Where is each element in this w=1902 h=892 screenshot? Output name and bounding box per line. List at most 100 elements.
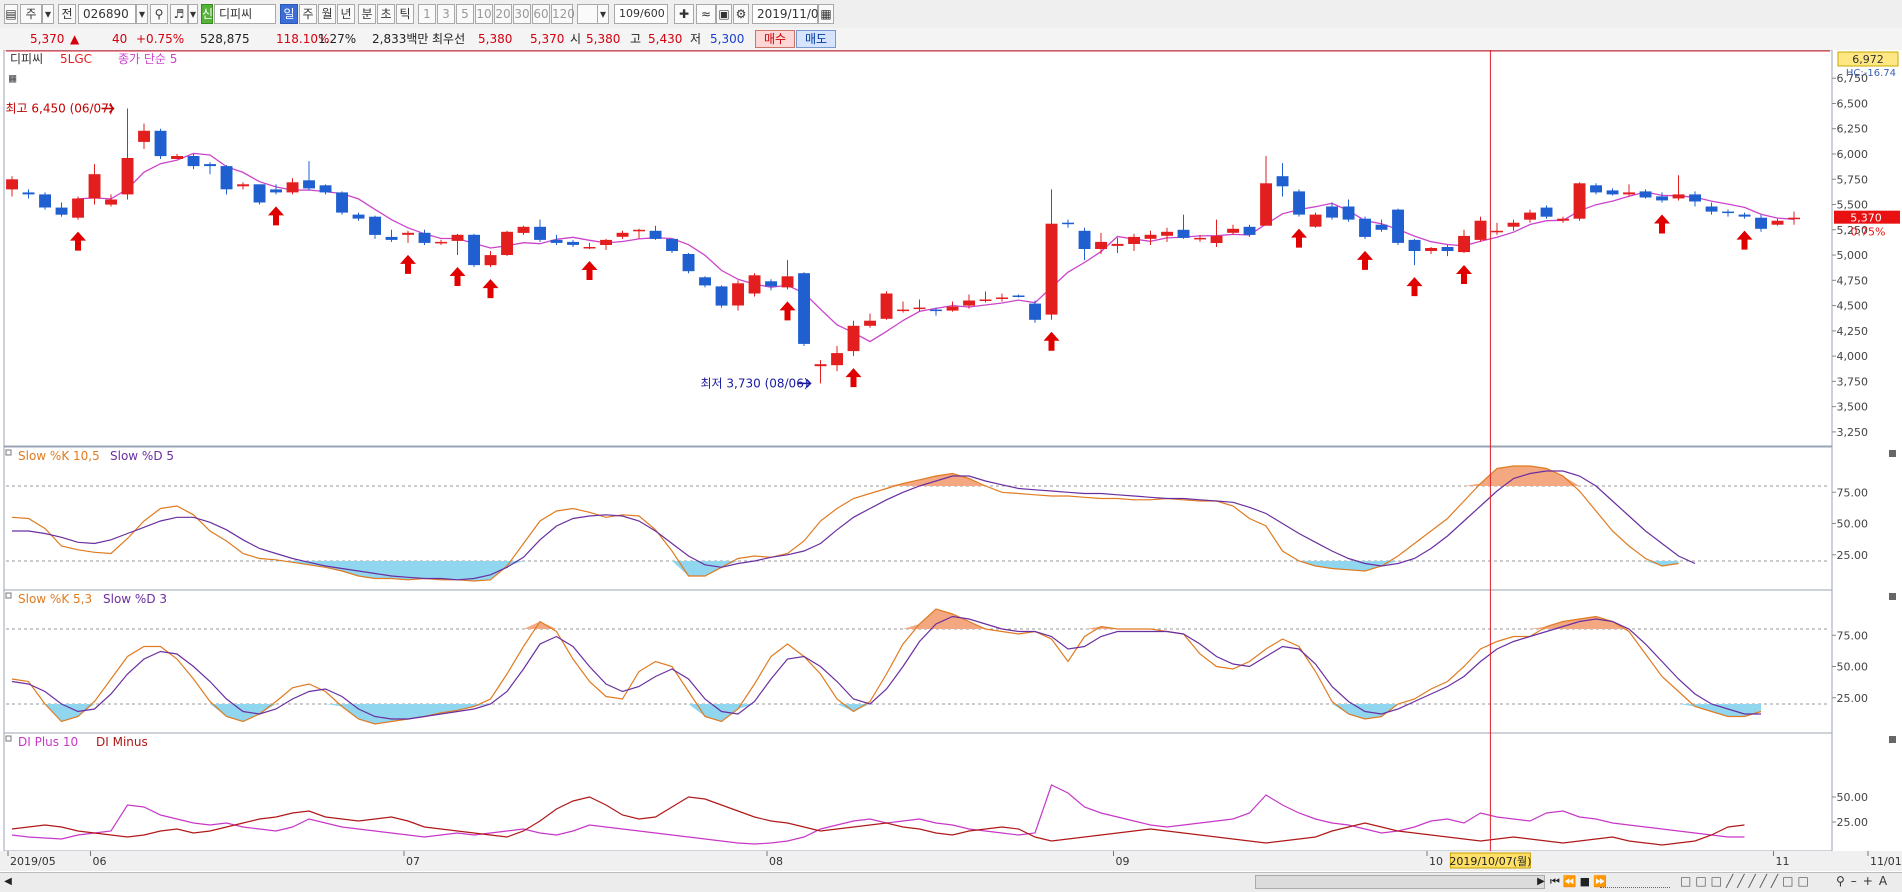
chevron-down-icon[interactable]: ▾	[188, 4, 198, 24]
scroll-thumb[interactable]	[1255, 875, 1545, 889]
chevron-down-icon[interactable]: ▾	[42, 4, 54, 24]
candle-body	[138, 130, 150, 142]
interval-10[interactable]: 10	[475, 4, 493, 24]
candle-body	[270, 189, 282, 193]
tab-minute[interactable]: 분	[358, 4, 376, 24]
y-tick-label: 6,000	[1837, 148, 1869, 161]
candle-body	[1573, 183, 1586, 219]
x-tick-label: 07	[406, 855, 420, 868]
y-tick-label: 4,500	[1837, 300, 1869, 313]
chart-canvas[interactable]: 디피씨 5LGC 종가 단순 5 3,250 3,500 3,750 4,000 4,250 4…	[0, 50, 1902, 872]
candle-body	[1194, 237, 1206, 240]
candle-body	[1128, 236, 1140, 244]
candle-body	[1045, 223, 1058, 315]
y-tick-label: 4,750	[1837, 274, 1869, 287]
candle-body	[1507, 222, 1520, 227]
x-tick-label: 06	[93, 855, 107, 868]
min-price-label: 최저 3,730 (08/06)	[701, 376, 809, 390]
g-p3-title-2: DI Minus	[96, 735, 148, 749]
candle-body	[1639, 191, 1652, 198]
price-panel-stock-name: 디피씨	[10, 52, 43, 66]
stock-name-field[interactable]: 디피씨	[214, 4, 276, 24]
tab-year[interactable]: 년	[337, 4, 355, 24]
candle-body	[534, 226, 546, 240]
tab-tick[interactable]: 틱	[396, 4, 414, 24]
candle-body	[1689, 194, 1701, 202]
interval-60[interactable]: 60	[532, 4, 550, 24]
candle-body	[1540, 207, 1553, 217]
speaker-icon[interactable]: ♬	[170, 4, 188, 24]
menu-icon[interactable]: ▤	[4, 4, 18, 24]
x-tick-label: 09	[1116, 855, 1130, 868]
candle-body	[336, 192, 348, 213]
volume: 528,875	[200, 32, 250, 46]
code-input[interactable]: 026890	[78, 4, 136, 24]
trend-tool-icon[interactable]: ≈	[696, 4, 716, 24]
search-icon[interactable]: ⚲	[150, 4, 168, 24]
overbought-fill	[1497, 466, 1514, 486]
tab-month[interactable]: 월	[318, 4, 336, 24]
count-display[interactable]: 109/600	[614, 4, 668, 24]
buy-button[interactable]: 매수	[755, 30, 796, 48]
open-price: 5,380	[586, 32, 621, 46]
candle-body	[1705, 206, 1718, 212]
candle-body	[1458, 235, 1470, 253]
price-panel-ma-label: 종가 단순 5	[118, 52, 177, 66]
save-icon[interactable]: ▣	[716, 4, 732, 24]
quote-bar: 5,370 ▲ 40 +0.75% 528,875 118.10% 1.27% …	[0, 28, 1902, 51]
interval-5[interactable]: 5	[456, 4, 474, 24]
candle-body	[1392, 209, 1404, 243]
x-tick-label: 08	[769, 855, 783, 868]
candle-body	[1375, 224, 1388, 230]
gear-icon[interactable]: ⚙	[733, 4, 749, 24]
crosshair-date-label: 2019/10/07(월)	[1449, 855, 1531, 868]
candle-body	[1309, 214, 1322, 227]
candle-body	[1095, 241, 1107, 249]
best-ask: 5,380	[478, 32, 513, 46]
y-tick-label: 5,500	[1837, 199, 1869, 212]
zoom-controls-icons[interactable]: ⚲–+A	[1836, 874, 1893, 888]
candle-body	[105, 199, 117, 205]
candle-body	[1672, 194, 1685, 199]
candle-body	[1276, 176, 1289, 187]
jeon-button[interactable]: 전	[58, 4, 76, 24]
candle-body	[1623, 192, 1635, 195]
candle-body	[286, 182, 299, 193]
y-tick-label: 25.00	[1837, 692, 1869, 705]
candle-body	[1425, 248, 1437, 251]
scroll-right-icon[interactable]: ▶	[1535, 876, 1547, 888]
calendar-icon[interactable]: ▦	[818, 4, 834, 24]
date-input[interactable]: 2019/11/01	[752, 4, 826, 24]
interval-120[interactable]: 120	[551, 4, 575, 24]
low-price: 5,300	[710, 32, 745, 46]
candle-body	[1062, 222, 1074, 225]
period-dropdown[interactable]: 주	[20, 4, 42, 24]
trade-amount: 2,833백만	[372, 32, 429, 46]
candle-body	[1408, 239, 1421, 251]
crosshair-tool-icon[interactable]: ✚	[674, 4, 694, 24]
horizontal-scrollbar[interactable]: ◀ ▶ ⏮⏪■⏩ □□□╱╱╱╱╱□□ ⚲–+A	[0, 872, 1902, 892]
code-dropdown-icon[interactable]: ▾	[136, 4, 148, 24]
interval-30[interactable]: 30	[513, 4, 531, 24]
tab-day[interactable]: 일	[280, 4, 298, 24]
chevron-down-icon[interactable]: ▾	[597, 4, 609, 24]
interval-1[interactable]: 1	[418, 4, 436, 24]
tab-week[interactable]: 주	[299, 4, 317, 24]
scroll-left-icon[interactable]: ◀	[2, 876, 14, 888]
candle-body	[1012, 295, 1025, 297]
candle-body	[253, 184, 266, 203]
interval-20[interactable]: 20	[494, 4, 512, 24]
interval-3[interactable]: 3	[437, 4, 455, 24]
candle-body	[1590, 185, 1602, 193]
new-listing-badge: 신	[201, 4, 213, 24]
candle-body	[1029, 303, 1041, 320]
y-tick-label: 50.00	[1837, 791, 1869, 804]
tab-second[interactable]: 초	[377, 4, 395, 24]
zoom-slider[interactable]	[1600, 877, 1670, 888]
candle-body	[583, 247, 596, 249]
drawing-tools-icons[interactable]: □□□╱╱╱╱╱□□	[1680, 874, 1813, 888]
candle-body	[88, 174, 101, 199]
panel-maximize-icon	[1889, 593, 1896, 600]
oversold-fill	[375, 704, 392, 724]
sell-button[interactable]: 매도	[796, 30, 837, 48]
